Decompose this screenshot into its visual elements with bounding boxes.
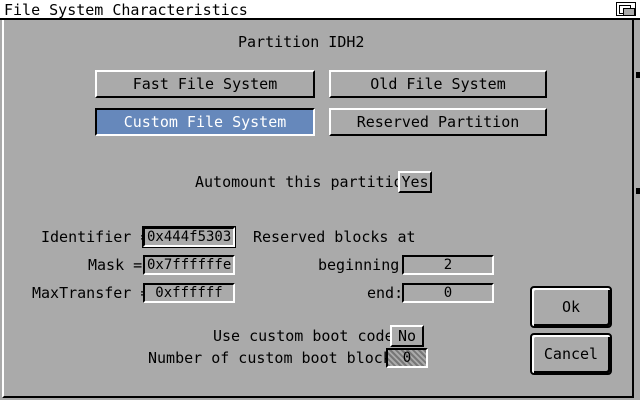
window-title: File System Characteristics — [4, 1, 248, 19]
custom-boot-label: Use custom boot code? — [213, 327, 403, 345]
partition-label: Partition IDH2 — [238, 33, 365, 51]
beginning-label: beginning: — [318, 256, 409, 274]
depth-gadget-icon[interactable] — [616, 2, 636, 16]
reserved-partition-button[interactable]: Reserved Partition — [329, 108, 547, 136]
beginning-field[interactable]: 2 — [402, 255, 494, 275]
identifier-field[interactable]: 0x444f5303 — [142, 226, 236, 248]
title-bar[interactable]: File System Characteristics — [0, 0, 640, 20]
mask-label: Mask = — [88, 256, 143, 274]
identifier-label: Identifier = — [41, 228, 150, 246]
end-label: end: — [367, 284, 404, 302]
window-edge-mark — [636, 72, 640, 78]
boot-blocks-label: Number of custom boot blocks? — [148, 349, 410, 367]
ok-button[interactable]: Ok — [530, 286, 612, 328]
custom-file-system-button[interactable]: Custom File System — [95, 108, 315, 136]
reserved-blocks-heading: Reserved blocks at — [253, 228, 416, 246]
end-field[interactable]: 0 — [402, 283, 494, 303]
maxtransfer-label: MaxTransfer = — [32, 284, 150, 302]
old-file-system-button[interactable]: Old File System — [329, 70, 547, 98]
fast-file-system-button[interactable]: Fast File System — [95, 70, 315, 98]
maxtransfer-field[interactable]: 0xffffff — [143, 283, 235, 303]
automount-label: Automount this partition? — [195, 173, 421, 191]
mask-field[interactable]: 0x7ffffffe — [143, 255, 235, 275]
custom-boot-toggle[interactable]: No — [390, 325, 424, 347]
window-edge-mark — [636, 188, 640, 194]
automount-toggle[interactable]: Yes — [398, 171, 432, 193]
boot-blocks-field[interactable]: 0 — [386, 348, 428, 368]
cancel-button[interactable]: Cancel — [530, 333, 612, 375]
